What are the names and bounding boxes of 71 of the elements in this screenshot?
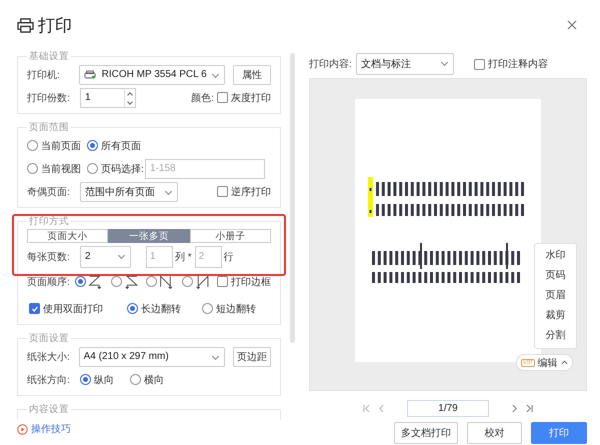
page-order-icon <box>124 274 138 290</box>
dialog-button[interactable]: 校对 <box>467 422 522 444</box>
odd-even-label: 奇偶页面: <box>27 186 71 198</box>
radio-option[interactable]: 当前页面 <box>27 138 87 152</box>
play-icon <box>17 424 28 434</box>
printer-label: 打印机: <box>27 68 61 82</box>
radio-option[interactable]: 所有页面 <box>87 138 143 152</box>
print-content-select[interactable]: 文档与标注 <box>356 53 454 75</box>
mode-tab[interactable]: 页面大小 <box>27 229 108 243</box>
page-order-label: 页面顺序: <box>27 276 71 288</box>
flip-radio[interactable]: 长边翻转 <box>127 302 192 316</box>
menu-item[interactable]: 裁剪 <box>535 306 576 326</box>
columns-label: 列 * <box>175 250 192 264</box>
grayscale-checkbox[interactable]: 灰度打印 <box>217 90 271 104</box>
window-title: 打印 <box>38 14 72 36</box>
page-order-icon <box>88 274 103 290</box>
pages-per-sheet-label: 每张页数: <box>27 250 71 264</box>
reverse-order-checkbox[interactable]: 逆序打印 <box>217 184 271 198</box>
odd-even-select[interactable]: 范围中所有页面 <box>80 182 178 202</box>
section-title: 打印方式 <box>28 215 70 228</box>
previous-page-icon[interactable] <box>378 404 385 412</box>
page-order-icon <box>159 274 174 290</box>
menu-item[interactable]: 页眉 <box>535 286 576 306</box>
menu-item[interactable]: 水印 <box>535 246 576 266</box>
next-page-icon[interactable] <box>511 404 518 412</box>
dialog-button[interactable]: 打印 <box>531 422 587 444</box>
scrollbar[interactable] <box>290 53 295 343</box>
mode-tab[interactable]: 一张多页 <box>108 229 190 243</box>
check-icon <box>30 304 38 312</box>
section-title: 内容设置 <box>28 403 70 416</box>
last-page-icon[interactable] <box>526 404 533 412</box>
section-title: 基础设置 <box>28 50 70 63</box>
margins-button[interactable]: 页边距 <box>232 346 271 366</box>
orientation-label: 纸张方向: <box>27 374 71 386</box>
radio-option[interactable]: 页码选择: <box>87 162 143 176</box>
rows-label: 行 <box>224 250 234 264</box>
page-order-radio[interactable] <box>146 276 158 287</box>
print-content-label: 打印内容: <box>309 58 353 71</box>
print-border-checkbox[interactable]: 打印边框 <box>217 274 272 288</box>
pages-per-sheet-select[interactable]: 2 <box>80 246 131 268</box>
page-order-icon <box>194 274 210 290</box>
section-title: 页面设置 <box>28 332 70 345</box>
duplex-checkbox[interactable]: 使用双面打印 <box>29 302 117 316</box>
paper-size-select[interactable]: A4 (210 x 297 mm) <box>78 346 225 366</box>
copies-spinbox[interactable]: 1 <box>80 88 136 108</box>
first-page-icon[interactable] <box>363 404 370 412</box>
page-order-radio[interactable] <box>182 276 193 287</box>
printer-select[interactable]: RICOH MP 3554 PCL 6 <box>78 64 225 84</box>
close-icon[interactable] <box>567 20 577 30</box>
annotations-checkbox[interactable]: 打印注释内容 <box>474 57 548 71</box>
mode-tab[interactable]: 小册子 <box>190 229 271 243</box>
menu-item[interactable]: 分割 <box>535 326 576 346</box>
page-order-radio[interactable] <box>110 276 122 287</box>
page-range-field[interactable]: 1-158 <box>145 158 265 178</box>
properties-button[interactable]: 属性 <box>232 64 271 84</box>
menu-item[interactable]: 页码 <box>535 266 576 286</box>
dialog-button[interactable]: 多文档打印 <box>394 422 458 444</box>
color-label: 颜色: <box>191 92 214 104</box>
paper-size-label: 纸张大小: <box>27 350 71 364</box>
section-title: 页面范围 <box>28 121 70 134</box>
orientation-radio[interactable]: 横向 <box>130 372 164 386</box>
page-number-field[interactable]: 1/79 <box>407 400 489 416</box>
radio-option[interactable]: 当前视图 <box>27 162 87 176</box>
orientation-radio[interactable]: 纵向 <box>80 372 114 386</box>
printer-icon <box>17 18 34 32</box>
page-order-radio[interactable] <box>75 276 86 287</box>
tips-link[interactable]: 操作技巧 <box>17 422 287 436</box>
caret-icon <box>560 360 568 365</box>
copies-label: 打印份数: <box>27 92 71 104</box>
printer-icon <box>84 70 96 79</box>
flip-radio[interactable]: 短边翻转 <box>202 302 267 316</box>
